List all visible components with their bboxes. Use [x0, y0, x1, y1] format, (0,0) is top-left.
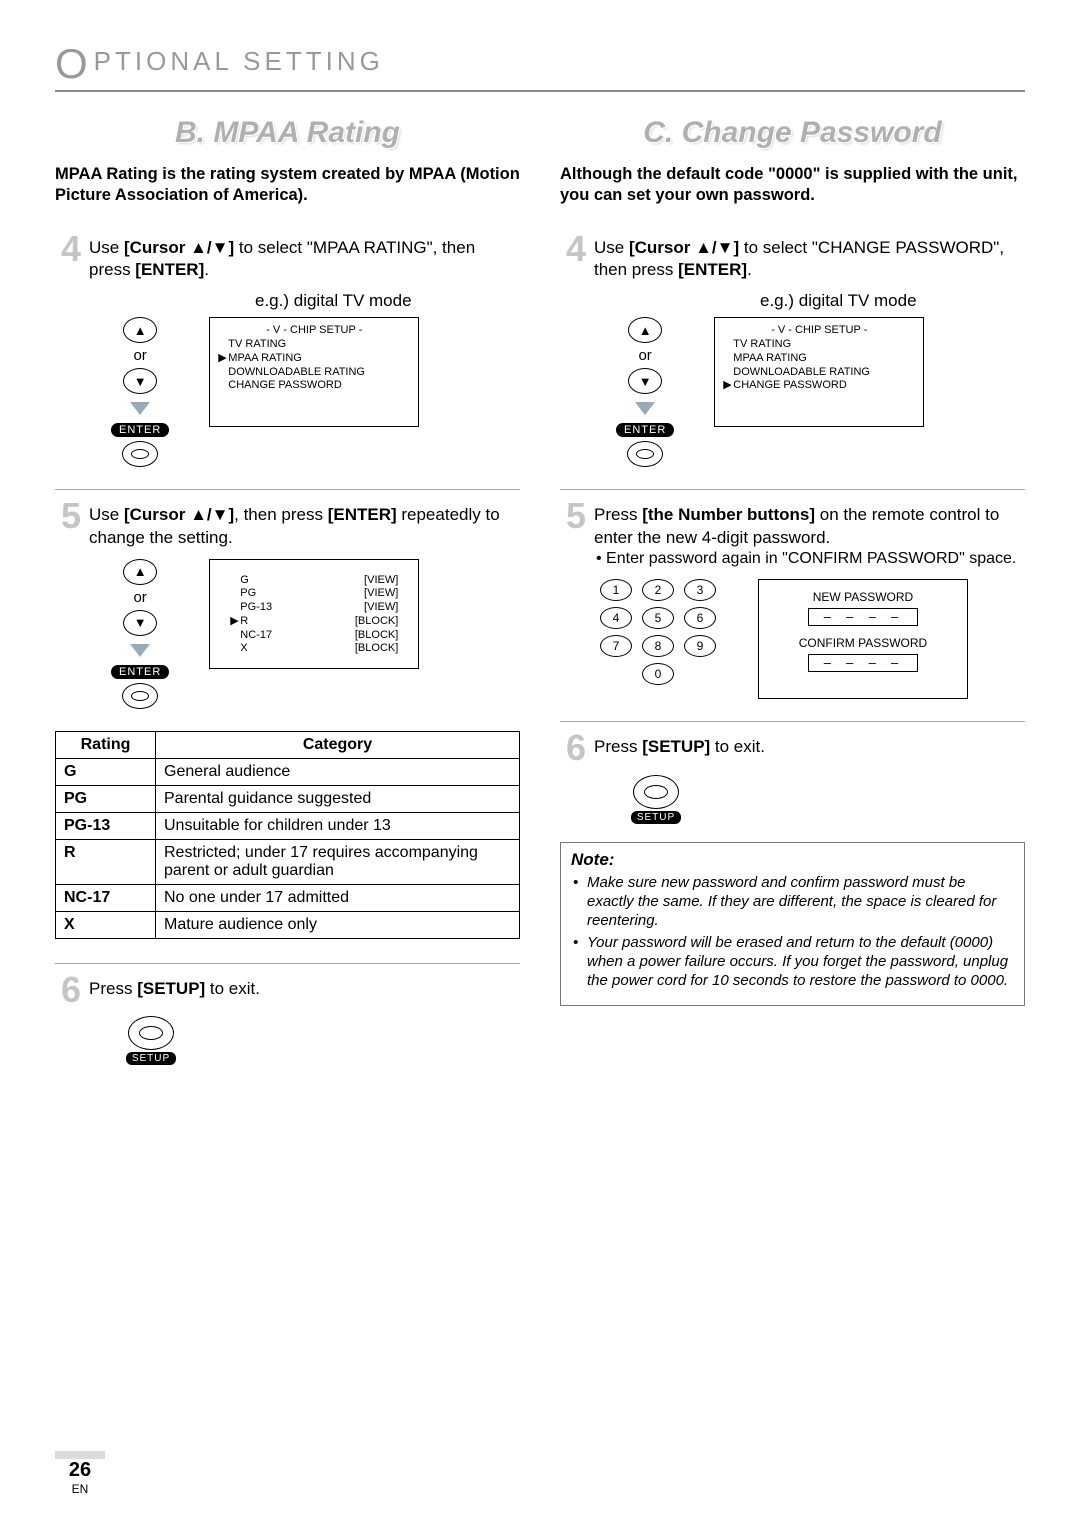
step-number: 5 — [55, 500, 81, 532]
page-lang: EN — [55, 1482, 105, 1496]
left-diagram-4: ▲ or ▼ ENTER - V - CHIP SETUP - TV RATIN… — [111, 317, 520, 467]
keypad-0: 0 — [642, 663, 674, 685]
cursor-down-icon: ▼ — [628, 368, 662, 394]
page-number-block: 26 EN — [55, 1451, 105, 1496]
section-title-c: C. Change Password — [560, 116, 1025, 150]
step-body: Press [SETUP] to exit. — [594, 732, 1025, 758]
cursor-up-icon: ▲ — [123, 317, 157, 343]
step-number: 4 — [560, 233, 586, 265]
rating-panel: G[VIEW] PG[VIEW] PG-13[VIEW] ▶R[BLOCK] N… — [209, 559, 419, 669]
cursor-down-icon: ▼ — [123, 368, 157, 394]
left-column: B. MPAA Rating MPAA Rating is the rating… — [55, 110, 520, 1065]
bullet-confirm: Enter password again in "CONFIRM PASSWOR… — [610, 549, 1025, 570]
keypad-area: 1 2 3 4 5 6 7 8 9 0 NEW PASSWORD – – – –… — [600, 579, 1025, 699]
cursor-up-icon: ▲ — [123, 559, 157, 585]
setup-button-block: SETUP — [125, 1016, 177, 1065]
keypad-3: 3 — [684, 579, 716, 601]
keypad-5: 5 — [642, 607, 674, 629]
arrow-down-icon — [130, 402, 150, 415]
left-diagram-5: ▲ or ▼ ENTER G[VIEW] PG[VIEW] PG-13[VIEW… — [111, 559, 520, 709]
step-body: Use [Cursor ▲/▼], then press [ENTER] rep… — [89, 500, 520, 548]
right-step-6: 6 Press [SETUP] to exit. — [560, 732, 1025, 764]
cursor-up-icon: ▲ — [628, 317, 662, 343]
right-column: C. Change Password Although the default … — [560, 110, 1025, 1065]
enter-label: ENTER — [111, 423, 169, 437]
keypad-1: 1 — [600, 579, 632, 601]
keypad-9: 9 — [684, 635, 716, 657]
left-intro: MPAA Rating is the rating system created… — [55, 164, 520, 205]
step-body: Use [Cursor ▲/▼] to select "CHANGE PASSW… — [594, 233, 1025, 281]
left-step-4: 4 Use [Cursor ▲/▼] to select "MPAA RATIN… — [55, 233, 520, 281]
panel-title: - V - CHIP SETUP - — [218, 324, 410, 338]
vchip-panel: - V - CHIP SETUP - TV RATING ▶MPAA RATIN… — [209, 317, 419, 427]
arrow-down-icon — [130, 644, 150, 657]
setup-button-icon — [633, 775, 679, 809]
table-row: RRestricted; under 17 requires accompany… — [56, 839, 520, 884]
confirm-password-label: CONFIRM PASSWORD — [765, 636, 961, 650]
keypad-8: 8 — [642, 635, 674, 657]
setup-button-icon — [128, 1016, 174, 1050]
eg-label: e.g.) digital TV mode — [760, 291, 1025, 311]
keypad-4: 4 — [600, 607, 632, 629]
note-item: Make sure new password and confirm passw… — [587, 874, 1014, 930]
cursor-buttons: ▲ or ▼ ENTER — [616, 317, 674, 467]
table-row: NC-17No one under 17 admitted — [56, 884, 520, 911]
header-rest: PTIONAL SETTING — [94, 46, 384, 76]
table-row: PGParental guidance suggested — [56, 785, 520, 812]
or-label: or — [133, 589, 146, 606]
password-panel: NEW PASSWORD – – – – CONFIRM PASSWORD – … — [758, 579, 968, 699]
keypad-7: 7 — [600, 635, 632, 657]
right-intro: Although the default code "0000" is supp… — [560, 164, 1025, 205]
step-number: 6 — [55, 974, 81, 1006]
confirm-password-box: – – – – — [808, 654, 918, 672]
table-row: XMature audience only — [56, 911, 520, 938]
enter-button-icon — [122, 683, 158, 709]
rating-category-table: RatingCategory GGeneral audience PGParen… — [55, 731, 520, 939]
section-title-b: B. MPAA Rating — [55, 116, 520, 150]
cursor-buttons: ▲ or ▼ ENTER — [111, 317, 169, 467]
right-diagram-4: ▲ or ▼ ENTER - V - CHIP SETUP - TV RATIN… — [616, 317, 1025, 467]
note-heading: Note: — [571, 849, 1014, 870]
setup-button-block: SETUP — [630, 775, 682, 824]
setup-label: SETUP — [126, 1052, 176, 1065]
right-step-5: 5 Press [the Number buttons] on the remo… — [560, 500, 1025, 569]
left-step-6: 6 Press [SETUP] to exit. — [55, 974, 520, 1006]
vchip-panel: - V - CHIP SETUP - TV RATING MPAA RATING… — [714, 317, 924, 427]
table-head-rating: Rating — [56, 731, 156, 758]
cursor-buttons: ▲ or ▼ ENTER — [111, 559, 169, 709]
page-header: OPTIONAL SETTING — [55, 40, 1025, 92]
note-box: Note: Make sure new password and confirm… — [560, 842, 1025, 1006]
panel-title: - V - CHIP SETUP - — [723, 324, 915, 338]
enter-label: ENTER — [616, 423, 674, 437]
header-capital-o: O — [55, 40, 94, 87]
step-number: 5 — [560, 500, 586, 532]
or-label: or — [133, 347, 146, 364]
step-number: 4 — [55, 233, 81, 265]
cursor-down-icon: ▼ — [123, 610, 157, 636]
step-body: Press [SETUP] to exit. — [89, 974, 520, 1000]
eg-label: e.g.) digital TV mode — [255, 291, 520, 311]
table-row: PG-13Unsuitable for children under 13 — [56, 812, 520, 839]
setup-label: SETUP — [631, 811, 681, 824]
step-body: Use [Cursor ▲/▼] to select "MPAA RATING"… — [89, 233, 520, 281]
keypad-6: 6 — [684, 607, 716, 629]
enter-button-icon — [627, 441, 663, 467]
new-password-box: – – – – — [808, 608, 918, 626]
enter-button-icon — [122, 441, 158, 467]
page-number: 26 — [55, 1459, 105, 1482]
keypad-2: 2 — [642, 579, 674, 601]
new-password-label: NEW PASSWORD — [765, 590, 961, 604]
table-head-category: Category — [156, 731, 520, 758]
step-body: Press [the Number buttons] on the remote… — [594, 500, 1025, 569]
step-number: 6 — [560, 732, 586, 764]
note-item: Your password will be erased and return … — [587, 934, 1014, 990]
right-step-4: 4 Use [Cursor ▲/▼] to select "CHANGE PAS… — [560, 233, 1025, 281]
enter-label: ENTER — [111, 665, 169, 679]
arrow-down-icon — [635, 402, 655, 415]
number-keypad: 1 2 3 4 5 6 7 8 9 0 — [600, 579, 718, 685]
table-row: GGeneral audience — [56, 758, 520, 785]
left-step-5: 5 Use [Cursor ▲/▼], then press [ENTER] r… — [55, 500, 520, 548]
or-label: or — [638, 347, 651, 364]
